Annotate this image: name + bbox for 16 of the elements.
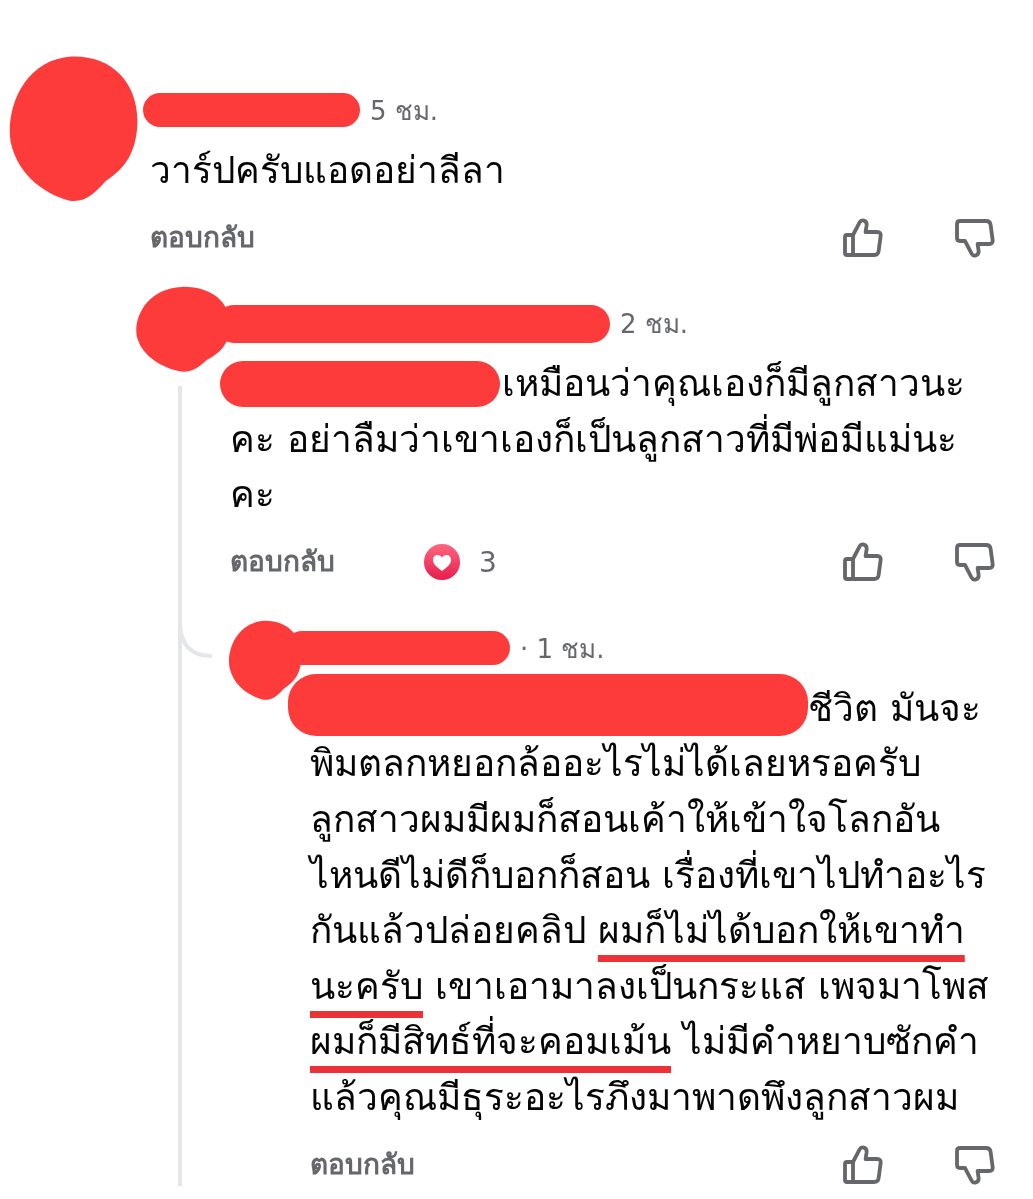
thumbs-up-icon[interactable] (843, 217, 883, 258)
comment-text: เหมือนว่าคุณเองก็มีลูกสาวนะ คะ อย่าลืมว่าเขาเองก็เป็นลูกสาวที่มีพ่อมีแม่นะ คะ (230, 360, 966, 519)
thumbs-down-icon[interactable] (955, 217, 995, 258)
comment-time: 5 ชม. (370, 94, 439, 128)
reaction-count: 3 (479, 545, 497, 579)
comment-text: วาร์ปครับแอดอย่าลีลา (150, 147, 506, 194)
thumbs-up-icon[interactable] (843, 542, 883, 583)
thumbs-down-icon[interactable] (955, 542, 995, 583)
reply-button[interactable]: ตอบกลับ (310, 1147, 415, 1184)
thumbs-up-icon[interactable] (843, 1145, 883, 1186)
thumbs-down-icon[interactable] (955, 1145, 995, 1186)
reply-button[interactable]: ตอบกลับ (230, 544, 335, 581)
comment-time: · 1 ชม. (520, 632, 605, 666)
comment-time: 2 ชม. (620, 308, 689, 342)
reply-button[interactable]: ตอบกลับ (150, 219, 255, 256)
heart-reaction-icon (423, 543, 461, 582)
